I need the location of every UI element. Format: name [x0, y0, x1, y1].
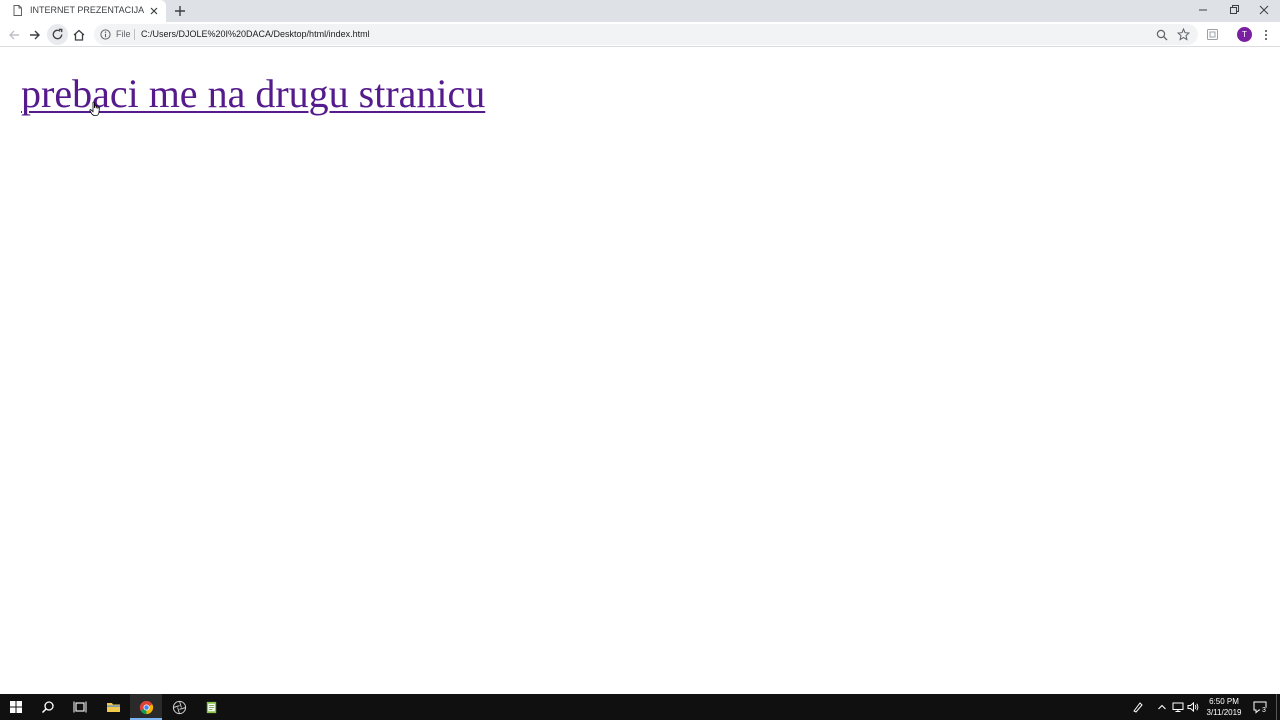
scheme-label: File: [116, 29, 131, 39]
new-tab-icon[interactable]: [172, 3, 188, 19]
page-icon: [13, 5, 22, 16]
task-view-button[interactable]: [64, 694, 96, 720]
restore-icon[interactable]: [1225, 2, 1243, 18]
address-bar[interactable]: File C:/Users/DJOLE%20I%20DACA/Desktop/h…: [94, 24, 1198, 45]
reload-button[interactable]: [47, 24, 68, 45]
zoom-icon[interactable]: [1156, 29, 1168, 41]
tab-strip: INTERNET PREZENTACIJA: [0, 0, 1280, 22]
notification-count: 3: [1260, 707, 1268, 715]
back-icon[interactable]: [6, 27, 22, 43]
folder-icon: [107, 703, 120, 712]
close-window-icon[interactable]: [1255, 2, 1273, 18]
task-view-icon: [73, 701, 87, 713]
kebab-menu-icon[interactable]: [1261, 28, 1271, 42]
file-explorer-button[interactable]: [97, 694, 129, 720]
page-viewport: prebaci me na drugu stranicu: [0, 48, 1280, 694]
bookmark-star-icon[interactable]: [1177, 28, 1190, 41]
clock-time: 6:50 PM: [1209, 697, 1239, 706]
reload-icon: [52, 28, 63, 40]
chrome-icon: [139, 700, 154, 715]
profile-avatar[interactable]: T: [1237, 27, 1252, 42]
omnibox-divider: [134, 29, 135, 40]
browser-tab[interactable]: INTERNET PREZENTACIJA: [0, 0, 166, 22]
extension-icon[interactable]: [1206, 28, 1219, 41]
network-icon[interactable]: [1171, 700, 1185, 714]
forward-icon[interactable]: [27, 27, 43, 43]
home-icon[interactable]: [71, 27, 87, 43]
search-icon: [41, 701, 54, 714]
search-button[interactable]: [32, 694, 64, 720]
info-icon[interactable]: [100, 29, 111, 40]
pen-workspace-icon[interactable]: [1131, 700, 1145, 714]
chrome-taskbar-button[interactable]: [130, 694, 162, 720]
show-desktop-button[interactable]: [1276, 694, 1277, 720]
browser-toolbar: File C:/Users/DJOLE%20I%20DACA/Desktop/h…: [0, 22, 1280, 47]
url-text[interactable]: C:/Users/DJOLE%20I%20DACA/Desktop/html/i…: [141, 29, 370, 39]
start-button[interactable]: [0, 694, 32, 720]
minimize-icon[interactable]: [1194, 2, 1212, 18]
chevron-up-icon[interactable]: [1155, 700, 1169, 714]
notepad-icon: [206, 701, 217, 714]
tab-title: INTERNET PREZENTACIJA: [30, 5, 145, 15]
close-icon[interactable]: [148, 5, 160, 17]
editor-taskbar-button[interactable]: [195, 694, 227, 720]
taskbar: 6:50 PM 3/11/2019 3: [0, 694, 1280, 720]
app-taskbar-button[interactable]: [163, 694, 195, 720]
clock-date: 3/11/2019: [1206, 708, 1242, 717]
action-center-button[interactable]: 3: [1252, 699, 1268, 715]
windows-logo-icon: [10, 701, 22, 713]
aperture-icon: [172, 700, 187, 715]
hand-cursor-icon: [89, 101, 100, 116]
system-clock[interactable]: 6:50 PM 3/11/2019: [1198, 696, 1250, 718]
